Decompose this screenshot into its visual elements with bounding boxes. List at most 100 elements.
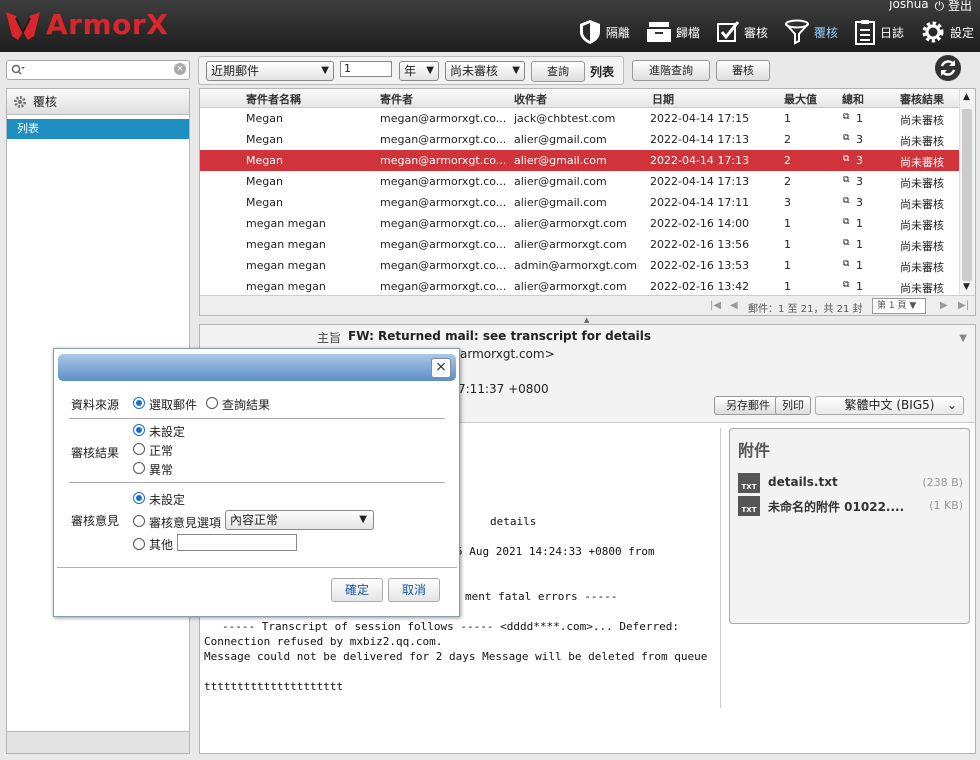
attachment-item[interactable]: TXT details.txt (238 B) [738, 473, 963, 493]
splitter-handle[interactable]: ▲ [584, 316, 589, 324]
nav-review[interactable]: 審核 [716, 20, 768, 44]
thread-icon[interactable]: ⧉ [843, 217, 849, 227]
dialog-titlebar: × [58, 354, 456, 381]
cell-sender: megan@armorxgt.co... [380, 196, 507, 209]
archive-icon [646, 22, 671, 42]
user-box: joshua ⏻ 登出 [889, 0, 972, 14]
result-opt2-label: 正常 [149, 444, 174, 458]
table-row[interactable]: Megan megan@armorxgt.co... alier@gmail.com… [200, 171, 960, 192]
attachment-size: (238 B) [922, 476, 963, 489]
attachment-item[interactable]: TXT 未命名的附件 01022.... (1 KB) [738, 496, 963, 516]
table-row[interactable]: Megan megan@armorxgt.co... alier@gmail.com… [200, 192, 960, 213]
count-input[interactable]: 1 [340, 61, 392, 77]
source-radio-selected[interactable] [133, 397, 145, 409]
sidebar-item-list[interactable]: 列表 [7, 119, 189, 139]
cell-max: 1 [784, 280, 791, 293]
col-sum[interactable]: 總和 [842, 91, 864, 107]
nav-archive[interactable]: 歸檔 [646, 21, 700, 43]
cell-sender-name: megan megan [246, 238, 326, 251]
toolbar: 近期郵件 ▼ 1 年 ▼ 尚未審核 ▼ 查詢 列表 [198, 56, 624, 85]
logo: ArmorX [4, 4, 168, 44]
cell-sender-name: Megan [246, 175, 283, 188]
page-select[interactable]: 第 1 頁 ▼ [872, 298, 926, 314]
opinion-radio-unset[interactable] [133, 492, 145, 504]
review-button[interactable]: 審核 [716, 60, 770, 81]
close-icon[interactable]: × [431, 358, 451, 378]
prev-page-button[interactable]: ◀ [730, 300, 738, 311]
subject-label: 主旨 [317, 331, 342, 345]
collapse-header-icon[interactable]: ▼ [959, 333, 967, 344]
cell-max: 3 [784, 196, 791, 209]
cell-sum: 1 [856, 112, 863, 125]
thread-icon[interactable]: ⧉ [843, 280, 849, 290]
cell-sender: megan@armorxgt.co... [380, 133, 507, 146]
nav-settings[interactable]: 設定 [920, 19, 974, 45]
opinion-select[interactable]: 內容正常 ▼ [225, 510, 374, 530]
ok-button[interactable]: 確定 [331, 578, 383, 602]
col-recipient[interactable]: 收件者 [514, 91, 547, 107]
source-radio-query[interactable] [206, 397, 218, 409]
body-line: ment fatal errors ----- [465, 590, 618, 603]
thread-icon[interactable]: ⧉ [843, 112, 849, 122]
first-page-button[interactable]: |◀ [710, 300, 721, 311]
thread-icon[interactable]: ⧉ [843, 175, 849, 185]
table-row[interactable]: megan megan megan@armorxgt.co... admin@arm… [200, 255, 960, 276]
thread-icon[interactable]: ⧉ [843, 238, 849, 248]
cell-date: 2022-02-16 14:00 [650, 217, 750, 230]
thread-icon[interactable]: ⧉ [843, 154, 849, 164]
thread-icon[interactable]: ⧉ [843, 133, 849, 143]
nav-quarantine[interactable]: 隔離 [578, 19, 630, 45]
cell-result: 尚未審核 [900, 219, 944, 232]
nav-recheck[interactable]: 覆核 [784, 19, 838, 45]
table-scrollbar[interactable]: ▲ ▼ [959, 89, 975, 295]
last-page-button[interactable]: ▶| [958, 300, 969, 311]
thread-icon[interactable]: ⧉ [843, 196, 849, 206]
col-sender[interactable]: 寄件者 [380, 91, 413, 107]
table-row[interactable]: megan megan megan@armorxgt.co... alier@arm… [200, 234, 960, 255]
opinion-radio-other[interactable] [133, 538, 145, 550]
col-result[interactable]: 審核結果 [900, 91, 944, 107]
col-sender-name[interactable]: 寄件者名稱 [246, 91, 301, 107]
table-row[interactable]: Megan megan@armorxgt.co... alier@gmail.com… [200, 129, 960, 150]
unit-select[interactable]: 年 ▼ [399, 61, 439, 81]
col-date[interactable]: 日期 [652, 91, 674, 107]
table-row[interactable]: Megan megan@armorxgt.co... alier@gmail.com… [200, 150, 960, 171]
table-row[interactable]: Megan megan@armorxgt.co... jack@chbtest.co… [200, 108, 960, 129]
source-opt1-label: 選取郵件 [149, 398, 198, 412]
clear-search-icon[interactable]: × [174, 63, 186, 75]
table-row[interactable]: megan megan megan@armorxgt.co... alier@arm… [200, 276, 960, 297]
result-radio-normal[interactable] [133, 443, 145, 455]
table-row[interactable]: megan megan megan@armorxgt.co... alier@arm… [200, 213, 960, 234]
result-radio-unset[interactable] [133, 424, 145, 436]
advanced-query-button[interactable]: 進階查詢 [632, 60, 710, 81]
cell-max: 1 [784, 112, 791, 125]
cell-max: 1 [784, 217, 791, 230]
nav-log[interactable]: 日誌 [854, 19, 904, 45]
cancel-button[interactable]: 取消 [388, 578, 440, 602]
search-input[interactable]: × [6, 60, 190, 80]
funnel-icon [784, 19, 809, 45]
review-dialog: × 資料來源 選取郵件 查詢結果 審核結果 未設定 正常 異常 審核意見 未設定… [53, 348, 460, 617]
result-radio-abnormal[interactable] [133, 462, 145, 474]
list-label[interactable]: 列表 [590, 63, 614, 80]
print-button[interactable]: 列印 [775, 396, 811, 415]
top-bar: ArmorX joshua ⏻ 登出 隔離 歸檔 審核 覆核 日誌 設定 [0, 0, 980, 52]
period-select[interactable]: 近期郵件 ▼ [206, 61, 334, 81]
opinion-other-input[interactable] [177, 534, 297, 551]
divider [57, 567, 457, 568]
next-page-button[interactable]: ▶ [940, 300, 948, 311]
opinion-radio-option[interactable] [133, 515, 145, 527]
cell-sender-name: Megan [246, 112, 283, 125]
search-icon [11, 64, 25, 75]
cell-result: 尚未審核 [900, 198, 944, 211]
divider [720, 428, 721, 708]
logout-link[interactable]: ⏻ 登出 [935, 0, 972, 14]
encoding-select[interactable]: 繁體中文 (BIG5) ⌄ [815, 396, 964, 415]
query-button[interactable]: 查詢 [531, 61, 585, 82]
status-select[interactable]: 尚未審核 ▼ [445, 61, 525, 81]
col-max[interactable]: 最大值 [784, 91, 817, 107]
save-mail-button[interactable]: 另存郵件 [714, 396, 782, 415]
cell-result: 尚未審核 [900, 135, 944, 148]
thread-icon[interactable]: ⧉ [843, 259, 849, 269]
refresh-icon[interactable] [934, 54, 962, 82]
